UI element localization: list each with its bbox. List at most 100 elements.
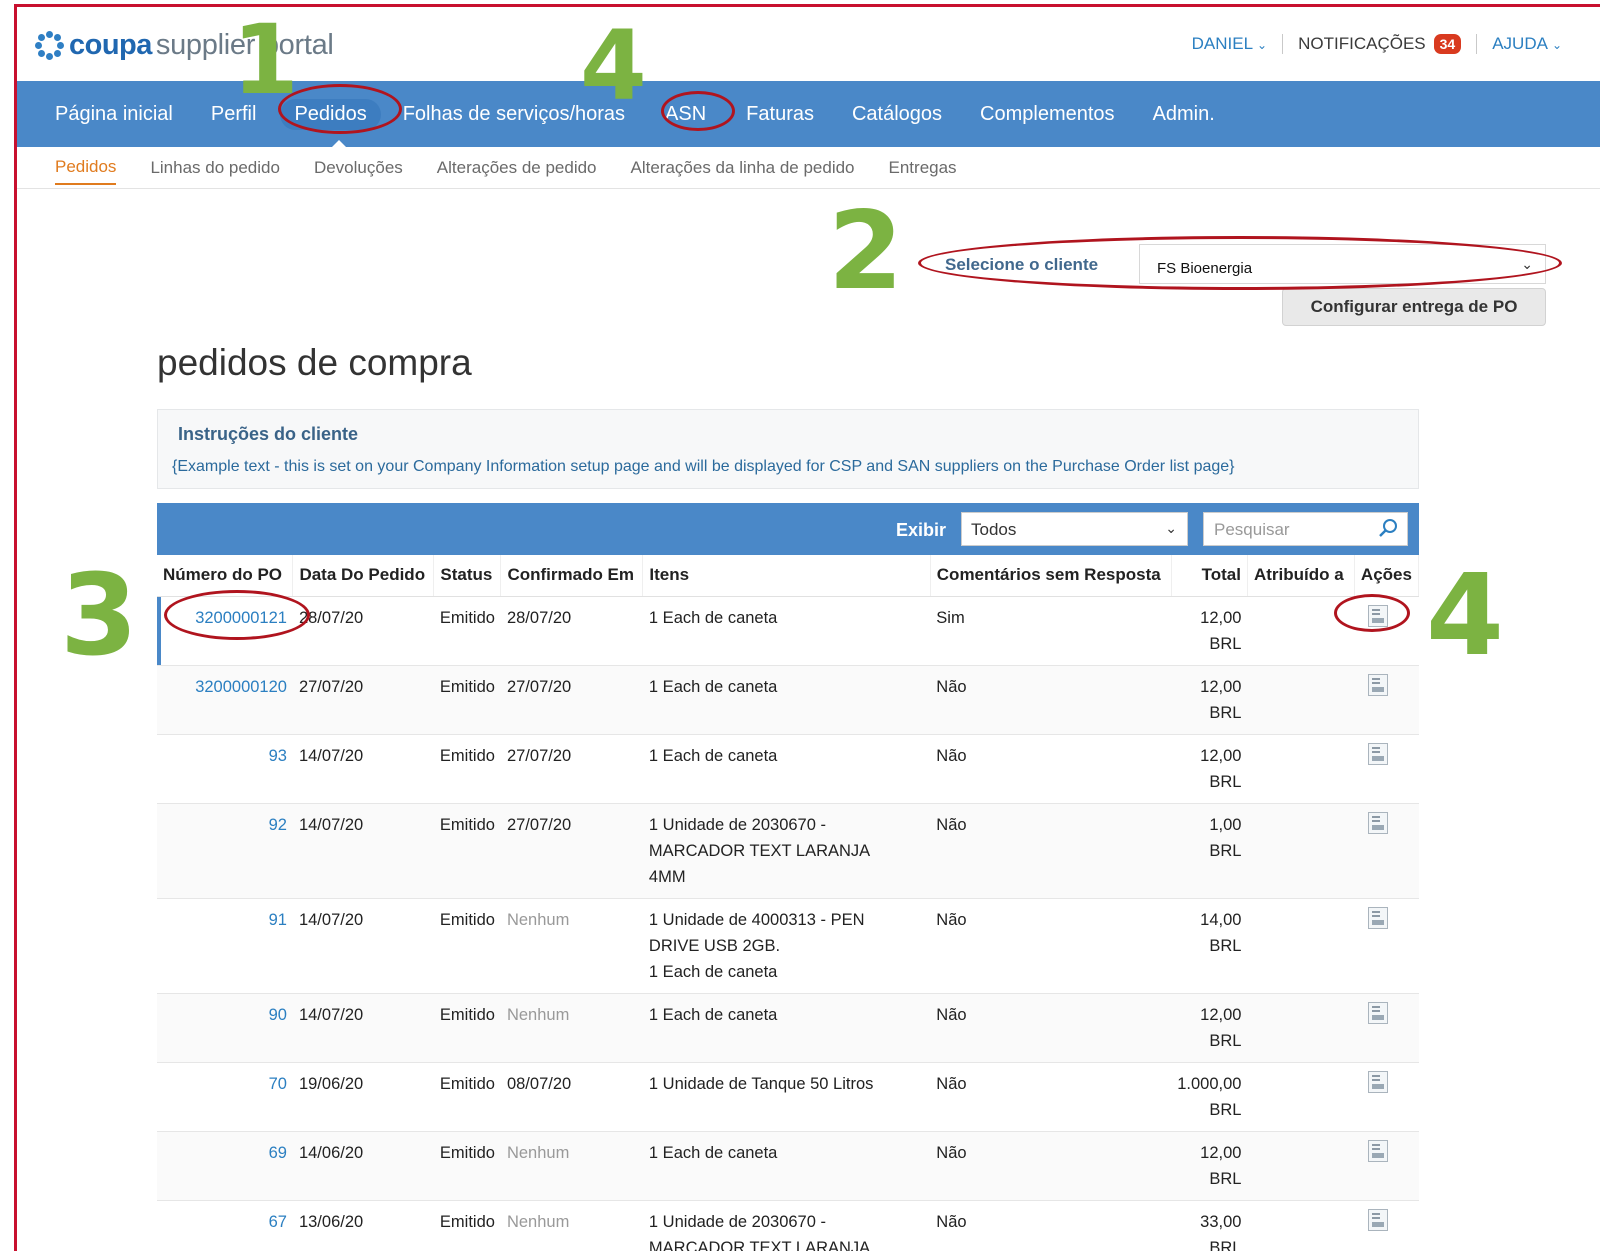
po-number-link[interactable]: 67 <box>157 1200 293 1251</box>
notifications-label: NOTIFICAÇÕES <box>1298 34 1426 53</box>
po-number-link[interactable]: 92 <box>157 803 293 899</box>
annotation-ring-orders <box>278 84 402 134</box>
po-number-link[interactable]: 69 <box>157 1131 293 1201</box>
item-line: DRIVE USB 2GB. <box>648 936 781 955</box>
items-cell: 1 Unidade de Tanque 50 Litros <box>642 1062 931 1132</box>
chevron-down-icon: ⌄ <box>1551 38 1562 52</box>
view-label: Exibir <box>896 520 947 540</box>
notifications-link[interactable]: NOTIFICAÇÕES 34 <box>1298 34 1462 54</box>
order-date: 27/07/20 <box>292 665 434 735</box>
nav-catalogs[interactable]: Catálogos <box>852 103 942 126</box>
col-unanswered-comments[interactable]: Comentários sem Resposta <box>930 555 1172 597</box>
po-document-icon[interactable] <box>1368 1070 1389 1093</box>
utility-menu: DANIEL ⌄ NOTIFICAÇÕES 34 AJUDA ⌄ <box>1192 34 1562 54</box>
confirmed-at: Nenhum <box>500 1200 643 1251</box>
status-cell: Emitido <box>433 665 501 735</box>
subnav-order-changes[interactable]: Alterações de pedido <box>437 152 597 184</box>
unanswered-comments: Não <box>930 734 1172 804</box>
po-number-link[interactable]: 70 <box>157 1062 293 1132</box>
col-total[interactable]: Total <box>1171 555 1248 597</box>
total-amount: 1.000,00 <box>1177 1074 1242 1093</box>
col-items[interactable]: Itens <box>642 555 931 597</box>
po-document-icon[interactable] <box>1368 906 1389 929</box>
page-title: pedidos de compra <box>157 342 472 383</box>
po-document-icon[interactable] <box>1368 1001 1389 1024</box>
nav-admin[interactable]: Admin. <box>1153 103 1215 126</box>
po-number-link[interactable]: 91 <box>157 898 293 994</box>
item-line: 1 Each de caneta <box>648 608 778 627</box>
table-row[interactable]: 3200000120 27/07/20 Emitido 27/07/20 1 Each … <box>157 665 1419 735</box>
po-document-icon[interactable] <box>1368 742 1389 765</box>
nav-invoices[interactable]: Faturas <box>746 103 814 126</box>
subnav-returns[interactable]: Devoluções <box>314 152 403 184</box>
nav-add-ons[interactable]: Complementos <box>980 103 1115 126</box>
total-cell: 12,00 BRL <box>1171 1131 1248 1201</box>
po-document-icon[interactable] <box>1368 1208 1389 1231</box>
chevron-down-icon: ⌄ <box>1165 520 1177 536</box>
table-header-row: Número do PO Data Do Pedido Status Confi… <box>157 555 1420 597</box>
po-document-icon[interactable] <box>1368 811 1389 834</box>
po-number-link[interactable]: 3200000120 <box>157 665 293 735</box>
unanswered-comments: Não <box>930 1200 1172 1251</box>
confirmed-at: Nenhum <box>500 1131 643 1201</box>
divider <box>1476 34 1478 54</box>
po-number-link[interactable]: 93 <box>157 734 293 804</box>
col-actions: Ações <box>1354 555 1420 597</box>
col-status[interactable]: Status <box>433 555 502 597</box>
table-row[interactable]: 92 14/07/20 Emitido 27/07/20 1 Unidade de 20… <box>157 803 1419 899</box>
nav-home[interactable]: Página inicial <box>55 103 173 126</box>
subnav-order-lines[interactable]: Linhas do pedido <box>150 152 280 184</box>
total-cell: 12,00 BRL <box>1171 596 1248 666</box>
total-amount: 12,00 <box>1200 746 1242 765</box>
total-cell: 12,00 BRL <box>1171 734 1248 804</box>
total-cell: 33,00 BRL <box>1171 1200 1248 1251</box>
annotation-step-4-actions: 4 <box>1426 551 1504 681</box>
table-row[interactable]: 91 14/07/20 Emitido Nenhum 1 Unidade de 4000… <box>157 898 1419 994</box>
col-order-date[interactable]: Data Do Pedido <box>292 555 435 597</box>
col-confirmed-at[interactable]: Confirmado Em <box>500 555 644 597</box>
status-cell: Emitido <box>433 803 501 899</box>
table-row[interactable]: 67 13/06/20 Emitido Nenhum 1 Unidade de 2030… <box>157 1200 1419 1251</box>
view-filter-select[interactable]: Todos ⌄ <box>961 512 1188 546</box>
actions-cell <box>1354 803 1419 899</box>
item-line: 1 Each de caneta <box>648 962 778 981</box>
subnav-order-line-changes[interactable]: Alterações da linha de pedido <box>631 152 855 184</box>
actions-cell <box>1354 898 1419 994</box>
subnav-orders[interactable]: Pedidos <box>55 151 117 185</box>
item-line: 1 Each de caneta <box>648 746 778 765</box>
table-row[interactable]: 3200000121 28/07/20 Emitido 28/07/20 1 Each … <box>157 596 1419 666</box>
assigned-to <box>1247 803 1355 899</box>
total-cell: 12,00 BRL <box>1171 665 1248 735</box>
order-date: 14/07/20 <box>292 898 434 994</box>
total-amount: 33,00 <box>1200 1212 1242 1231</box>
total-amount: 12,00 <box>1200 608 1242 627</box>
configure-po-delivery-button[interactable]: Configurar entrega de PO <box>1282 288 1546 326</box>
annotation-ring-client <box>918 236 1562 290</box>
user-menu[interactable]: DANIEL ⌄ <box>1192 34 1267 54</box>
item-line: 1 Unidade de 4000313 - PEN <box>648 910 865 929</box>
order-date: 14/06/20 <box>292 1131 434 1201</box>
search-icon[interactable] <box>1377 517 1399 539</box>
total-currency: BRL <box>1209 1238 1242 1251</box>
po-document-icon[interactable] <box>1368 1139 1389 1162</box>
table-row[interactable]: 70 19/06/20 Emitido 08/07/20 1 Unidade de Ta… <box>157 1062 1419 1132</box>
actions-cell <box>1354 665 1419 735</box>
annotation-ring-actions <box>1334 594 1410 632</box>
po-number-link[interactable]: 90 <box>157 993 293 1063</box>
total-amount: 1,00 <box>1209 815 1242 834</box>
help-menu[interactable]: AJUDA ⌄ <box>1492 34 1562 54</box>
col-assigned-to[interactable]: Atribuído a <box>1247 555 1355 597</box>
total-cell: 12,00 BRL <box>1171 993 1248 1063</box>
total-currency: BRL <box>1209 1100 1242 1119</box>
subnav-deliveries[interactable]: Entregas <box>889 152 957 184</box>
unanswered-comments: Não <box>930 1131 1172 1201</box>
po-document-icon[interactable] <box>1368 673 1389 696</box>
assigned-to <box>1247 1131 1355 1201</box>
table-row[interactable]: 69 14/06/20 Emitido Nenhum 1 Each de caneta N… <box>157 1131 1419 1201</box>
items-cell: 1 Each de caneta <box>642 1131 931 1201</box>
search-input[interactable]: Pesquisar <box>1203 512 1408 546</box>
table-row[interactable]: 93 14/07/20 Emitido 27/07/20 1 Each de canet… <box>157 734 1419 804</box>
table-row[interactable]: 90 14/07/20 Emitido Nenhum 1 Each de caneta N… <box>157 993 1419 1063</box>
items-cell: 1 Each de caneta <box>642 665 931 735</box>
confirmed-at: 27/07/20 <box>500 734 643 804</box>
